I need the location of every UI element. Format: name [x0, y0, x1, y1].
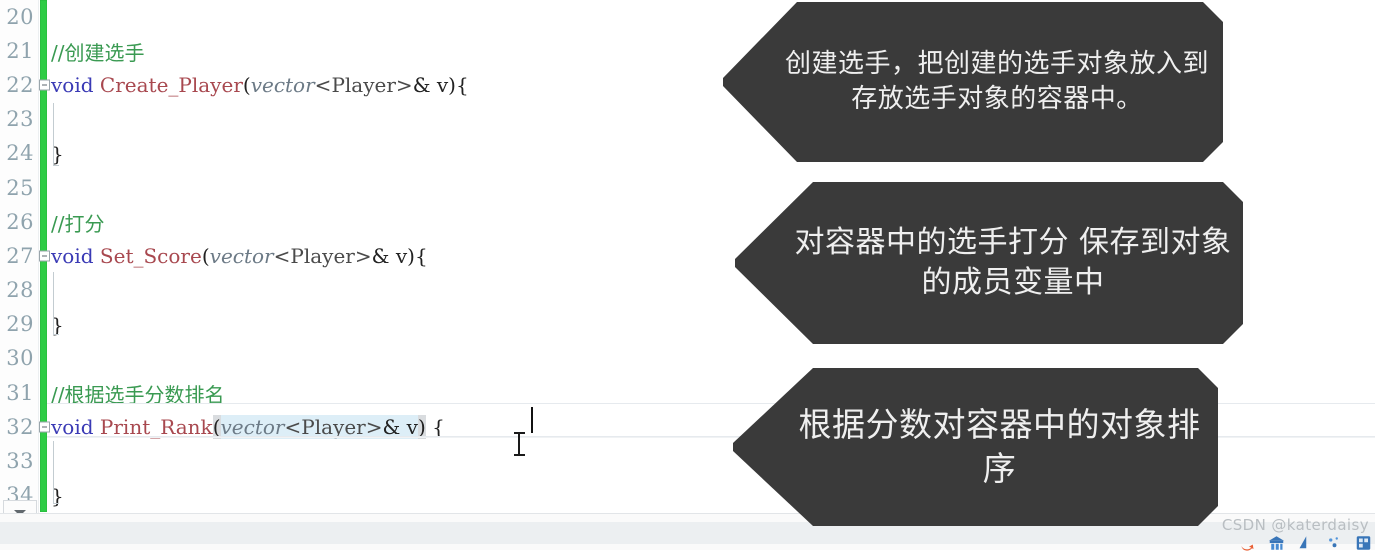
close-paren: ) — [407, 244, 415, 269]
reference-ampersand: & — [412, 73, 437, 98]
line-number: 26 — [6, 209, 34, 234]
line-number: 20 — [6, 4, 34, 29]
mouse-ibeam-cursor — [514, 432, 525, 458]
line-number: 23 — [6, 107, 34, 132]
fold-guide-1 — [53, 103, 54, 165]
window-icon — [1356, 536, 1371, 550]
taskbar-icon-strip — [1238, 534, 1373, 552]
parameter-list: vector<Player>& v — [251, 73, 448, 97]
open-paren: ( — [212, 415, 221, 440]
angle-open: < — [284, 415, 302, 440]
param-type-vector: vector — [220, 415, 285, 440]
angle-open: < — [314, 73, 332, 98]
csdn-watermark: CSDN @katerdaisy — [1221, 516, 1369, 534]
text-caret — [531, 407, 533, 433]
close-paren: ) — [417, 415, 426, 440]
line-number: 30 — [6, 346, 34, 371]
line-number: 28 — [6, 278, 34, 303]
angle-open: < — [273, 244, 291, 269]
param-name: v — [406, 415, 418, 440]
line-number: 21 — [6, 38, 34, 63]
parameter-list: vector<Player>& v — [220, 415, 418, 440]
fold-guide-foot-2 — [53, 334, 59, 335]
refresh-icon — [1241, 544, 1254, 551]
line-number: 24 — [6, 141, 34, 166]
close-paren: ) — [448, 73, 456, 98]
function-name: Set_Score — [99, 244, 202, 269]
fold-guide-foot-1 — [53, 165, 59, 166]
open-paren: ( — [201, 244, 210, 269]
line-number: 32 — [6, 414, 34, 439]
open-brace: { — [414, 244, 428, 269]
open-brace: { — [455, 73, 469, 98]
open-brace: { — [432, 415, 445, 440]
open-paren: ( — [242, 73, 251, 98]
param-type-vector: vector — [250, 73, 315, 98]
param-class-player: Player — [301, 415, 366, 440]
callout-create-player: 创建选手，把创建的选手对象放入到存放选手对象的容器中。 — [723, 2, 1223, 162]
callout-text: 对容器中的选手打分 保存到对象的成员变量中 — [794, 224, 1232, 300]
fold-guide-2 — [53, 272, 54, 334]
callout-text: 创建选手，把创建的选手对象放入到存放选手对象的容器中。 — [784, 49, 1209, 114]
line-number: 33 — [6, 449, 34, 474]
angle-close: > — [365, 415, 383, 440]
line-number: 27 — [6, 243, 34, 268]
parameter-list: vector<Player>& v — [210, 244, 407, 268]
param-class-player: Player — [290, 244, 355, 269]
fold-collapse-icon[interactable] — [39, 421, 50, 433]
param-type-vector: vector — [209, 244, 274, 269]
fold-collapse-icon[interactable] — [39, 250, 50, 262]
keyword-void: void — [51, 244, 94, 269]
reference-ampersand: & — [382, 415, 407, 440]
function-name: Print_Rank — [99, 415, 213, 440]
angle-close: > — [395, 73, 413, 98]
function-name: Create_Player — [99, 73, 243, 98]
sail-icon — [1299, 536, 1307, 549]
line-number: 29 — [6, 312, 34, 337]
line-number: 25 — [6, 175, 34, 200]
param-class-player: Player — [331, 73, 396, 98]
code-comment: //根据选手分数排名 — [51, 382, 225, 407]
fold-guide-foot-3 — [53, 503, 59, 504]
code-comment: //创建选手 — [51, 40, 145, 65]
param-name: v — [436, 73, 449, 98]
reference-ampersand: & — [371, 244, 396, 269]
callout-text: 根据分数对容器中的对象排序 — [798, 404, 1201, 488]
callout-set-score: 对容器中的选手打分 保存到对象的成员变量中 — [735, 182, 1243, 344]
fold-guide-3 — [53, 441, 54, 503]
dots-icon — [1329, 537, 1338, 548]
store-icon — [1269, 536, 1284, 550]
param-name: v — [395, 244, 408, 269]
line-number: 22 — [6, 72, 34, 97]
keyword-void: void — [51, 73, 94, 98]
line-number: 31 — [6, 380, 34, 405]
angle-close: > — [354, 244, 372, 269]
code-comment: //打分 — [51, 211, 105, 236]
keyword-void: void — [51, 415, 94, 440]
fold-collapse-icon[interactable] — [39, 79, 50, 91]
callout-print-rank: 根据分数对容器中的对象排序 — [733, 368, 1218, 526]
